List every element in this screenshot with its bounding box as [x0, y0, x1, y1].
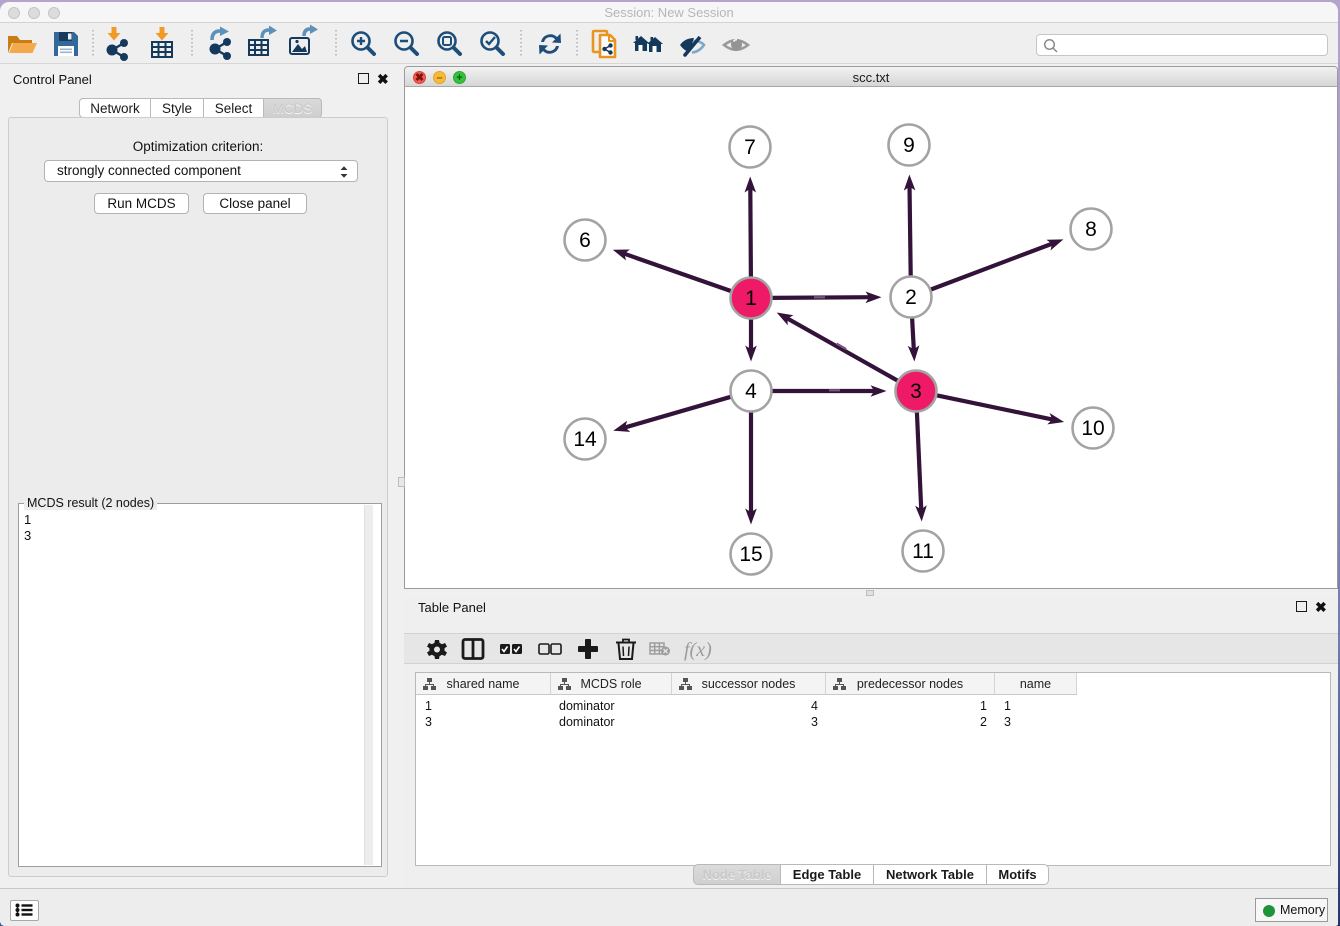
svg-text:14: 14: [573, 428, 597, 451]
svg-text:4: 4: [745, 380, 757, 403]
svg-text:7: 7: [744, 136, 756, 159]
svg-text:11: 11: [912, 540, 934, 563]
svg-text:8: 8: [1085, 218, 1097, 241]
svg-text:1: 1: [745, 287, 757, 310]
svg-text:3: 3: [910, 380, 922, 403]
svg-text:15: 15: [739, 543, 762, 566]
svg-text:f(x): f(x): [684, 639, 712, 661]
svg-text:2: 2: [905, 286, 917, 309]
svg-text:10: 10: [1081, 417, 1104, 440]
svg-text:6: 6: [579, 229, 591, 252]
svg-text:9: 9: [903, 134, 915, 157]
